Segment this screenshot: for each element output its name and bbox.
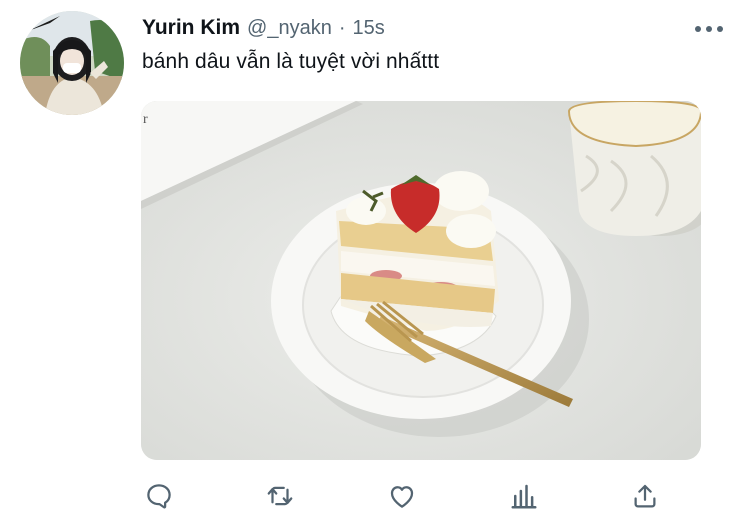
avatar-photo (20, 11, 124, 115)
analytics-button[interactable] (504, 476, 544, 516)
reply-icon (147, 484, 171, 509)
author-handle[interactable]: @_nyakn (247, 17, 332, 40)
tweet-media-photo[interactable]: r (141, 101, 701, 460)
like-icon (390, 486, 414, 508)
more-horizontal-icon (695, 26, 723, 32)
tweet-header: Yurin Kim @_nyakn · 15s (142, 16, 690, 46)
tweet-text: bánh dâu vẫn là tuyệt vời nhấttt (142, 50, 440, 73)
separator-dot: · (338, 17, 346, 39)
cake-photo: r (141, 101, 701, 460)
timestamp[interactable]: 15s (353, 17, 385, 40)
author-name[interactable]: Yurin Kim (142, 16, 240, 40)
svg-text:r: r (143, 112, 148, 127)
retweet-button[interactable] (260, 476, 300, 516)
like-button[interactable] (382, 476, 422, 516)
analytics-icon (511, 484, 537, 509)
share-icon (634, 484, 656, 508)
reply-button[interactable] (139, 476, 179, 516)
retweet-icon (267, 486, 293, 506)
more-options-button[interactable] (692, 18, 726, 40)
tweet-actions (0, 466, 750, 522)
author-avatar[interactable] (20, 11, 124, 115)
share-button[interactable] (625, 476, 665, 516)
